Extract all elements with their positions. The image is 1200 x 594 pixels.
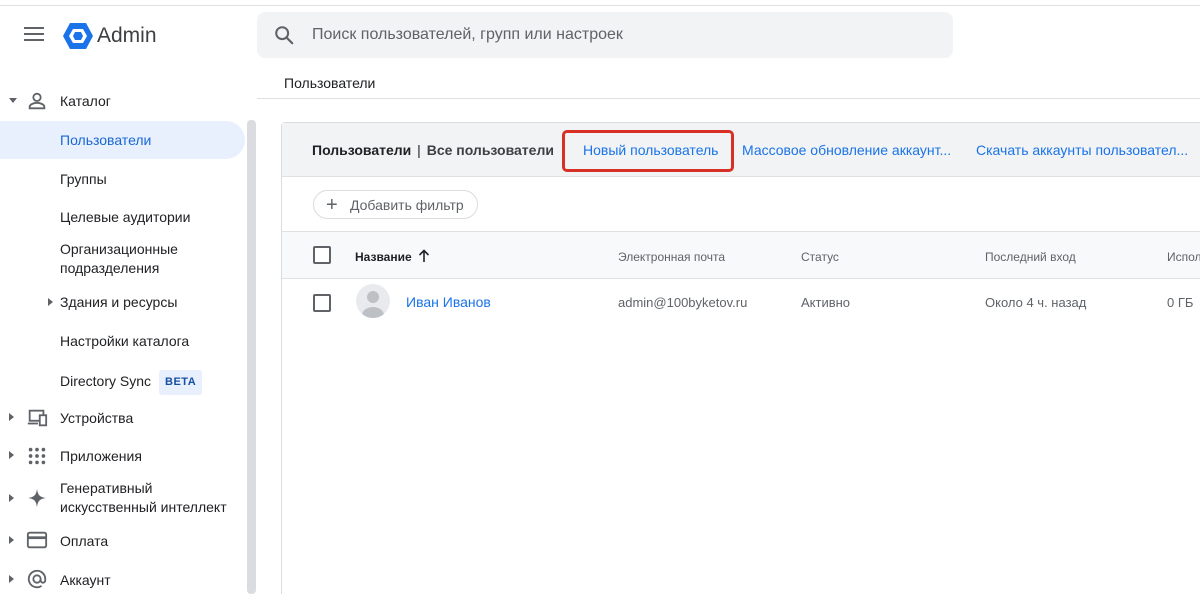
at-sign-icon xyxy=(27,569,47,589)
add-filter-button[interactable]: + Добавить фильтр xyxy=(313,190,478,219)
sidebar-item-label: Directory Sync xyxy=(60,373,152,389)
sidebar-item-org-units[interactable]: Организационные подразделения xyxy=(0,240,245,280)
user-last-login: Около 4 ч. назад xyxy=(985,295,1087,310)
chevron-right-icon xyxy=(9,494,14,502)
table-row[interactable]: Иван Иванов admin@100byketov.ru Активно … xyxy=(282,279,1200,327)
sidebar-item-catalog[interactable]: Каталог xyxy=(0,90,245,112)
sidebar-item-buildings[interactable]: Здания и ресурсы xyxy=(0,292,245,314)
sidebar-item-label: Пользователи xyxy=(60,132,152,148)
sort-ascending-icon[interactable] xyxy=(418,249,430,263)
table-header: Название Электронная почта Статус Послед… xyxy=(282,231,1200,279)
search-bar[interactable] xyxy=(257,12,953,58)
row-checkbox[interactable] xyxy=(313,294,331,312)
app-title: Admin xyxy=(97,24,157,47)
filter-bar: + Добавить фильтр xyxy=(282,178,1200,231)
sidebar-item-label: Настройки каталога xyxy=(60,333,190,349)
search-input[interactable] xyxy=(312,12,932,58)
sidebar-item-label-wrap: Directory Sync BETA xyxy=(60,370,203,395)
admin-logo-icon xyxy=(63,23,93,49)
chevron-right-icon xyxy=(9,536,14,544)
sidebar-item-devices[interactable]: Устройства xyxy=(0,407,245,429)
download-users-button[interactable]: Скачать аккаунты пользовател... xyxy=(976,142,1188,158)
card-title-main: Пользователи xyxy=(312,142,412,158)
sidebar-item-label: Приложения xyxy=(60,448,142,464)
bulk-update-button[interactable]: Массовое обновление аккаунт... xyxy=(742,142,950,158)
devices-icon xyxy=(27,409,48,427)
card-title: Пользователи | Все пользователи xyxy=(312,142,554,158)
column-header-last-login[interactable]: Последний вход xyxy=(985,250,1076,264)
select-all-checkbox[interactable] xyxy=(313,246,331,264)
chevron-right-icon xyxy=(9,575,14,583)
chevron-right-icon xyxy=(9,451,14,459)
column-header-usage[interactable]: Испол xyxy=(1167,250,1200,264)
user-status: Активно xyxy=(801,295,851,310)
column-header-status[interactable]: Статус xyxy=(801,250,839,264)
sidebar-item-apps[interactable]: Приложения xyxy=(0,445,245,467)
sidebar-item-label: Генеративный искусственный интеллект xyxy=(60,480,227,515)
chevron-down-icon xyxy=(9,98,17,103)
plus-icon: + xyxy=(326,194,338,216)
apps-grid-icon xyxy=(28,447,46,465)
sidebar-scrollbar[interactable] xyxy=(247,120,256,594)
new-user-button[interactable]: Новый пользователь xyxy=(583,142,718,158)
avatar xyxy=(356,284,390,318)
sidebar-item-users[interactable]: Пользователи xyxy=(0,121,245,159)
sidebar-item-account[interactable]: Аккаунт xyxy=(0,569,245,591)
add-filter-label: Добавить фильтр xyxy=(350,197,464,213)
users-card: Пользователи | Все пользователи Новый по… xyxy=(281,122,1200,594)
sparkle-icon xyxy=(27,488,47,508)
breadcrumb[interactable]: Пользователи xyxy=(284,75,375,91)
sidebar-item-label: Группы xyxy=(60,171,107,187)
column-header-name[interactable]: Название xyxy=(355,250,412,264)
sidebar-item-label: Устройства xyxy=(60,410,134,426)
sidebar-item-label: Оплата xyxy=(60,533,109,549)
chevron-right-icon xyxy=(9,413,14,421)
top-divider xyxy=(0,0,1200,6)
column-header-email[interactable]: Электронная почта xyxy=(618,250,725,264)
sidebar-item-groups[interactable]: Группы xyxy=(0,169,245,191)
sidebar-item-label: Организационные подразделения xyxy=(60,241,178,276)
sidebar-item-directory-settings[interactable]: Настройки каталога xyxy=(0,331,245,353)
sidebar-item-target-audiences[interactable]: Целевые аудитории xyxy=(0,207,245,229)
sidebar-item-billing[interactable]: Оплата xyxy=(0,530,245,552)
sidebar-item-label: Каталог xyxy=(60,93,111,109)
card-title-sub: Все пользователи xyxy=(426,142,554,158)
search-icon xyxy=(275,26,294,45)
sidebar-item-generative-ai[interactable]: Генеративный искусственный интеллект xyxy=(0,479,245,519)
breadcrumb-divider xyxy=(257,98,1200,99)
sidebar-item-label: Целевые аудитории xyxy=(60,209,191,225)
sidebar-item-directory-sync[interactable]: Directory Sync BETA xyxy=(0,369,245,395)
sidebar-item-label: Аккаунт xyxy=(60,572,111,588)
user-name-link[interactable]: Иван Иванов xyxy=(406,294,491,310)
credit-card-icon xyxy=(26,531,48,549)
user-email: admin@100byketov.ru xyxy=(618,295,748,310)
card-header: Пользователи | Все пользователи Новый по… xyxy=(282,123,1200,177)
user-storage-usage: 0 ГБ xyxy=(1167,295,1194,310)
beta-badge: BETA xyxy=(159,370,203,395)
main-menu-icon[interactable] xyxy=(24,27,44,43)
person-icon xyxy=(28,92,46,110)
title-separator: | xyxy=(417,142,421,158)
sidebar-item-label: Здания и ресурсы xyxy=(60,294,178,310)
chevron-right-icon xyxy=(48,298,53,306)
